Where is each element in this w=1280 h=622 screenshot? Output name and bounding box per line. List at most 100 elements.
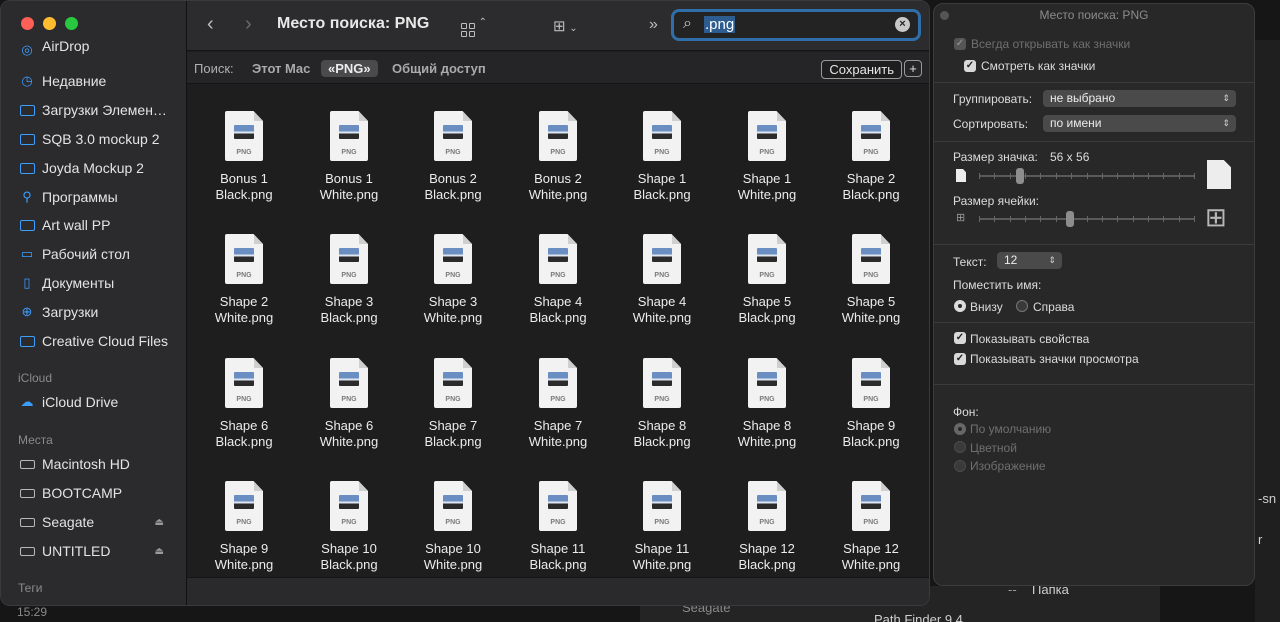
- file-item[interactable]: PNG Shape 5 White.png: [816, 234, 926, 326]
- group-by-popup[interactable]: не выбрано ⇕: [1043, 90, 1236, 107]
- sidebar-item-airdrop[interactable]: ◎ AirDrop: [19, 41, 184, 59]
- back-button[interactable]: ‹: [207, 13, 214, 36]
- zoom-button[interactable]: [65, 17, 78, 30]
- sort-by-popup[interactable]: по имени ⇕: [1043, 115, 1236, 132]
- search-scope-bar: Поиск: Этот Mac «PNG» Общий доступ Сохра…: [187, 52, 929, 84]
- bg-image-label: Изображение: [970, 459, 1046, 473]
- search-field[interactable]: ⌕ .png ×: [671, 9, 921, 41]
- save-search-button[interactable]: Сохранить: [821, 60, 902, 79]
- icon-size-slider[interactable]: [979, 168, 1195, 184]
- scope-shared[interactable]: Общий доступ: [392, 61, 486, 76]
- window-controls: [21, 17, 78, 30]
- bg-color-radio[interactable]: [954, 441, 966, 453]
- sidebar-item-sqb[interactable]: SQB 3.0 mockup 2: [19, 128, 184, 150]
- sidebar-item-recents[interactable]: ◷ Недавние: [19, 70, 184, 92]
- file-item[interactable]: PNG Bonus 2 Black.png: [398, 111, 508, 203]
- sidebar-item-art-wall[interactable]: Art wall PP: [19, 214, 184, 236]
- label-bottom-radio[interactable]: [954, 300, 966, 312]
- slider-knob[interactable]: [1016, 168, 1024, 184]
- file-item[interactable]: PNG Shape 11 White.png: [607, 481, 717, 573]
- clear-search-icon[interactable]: ×: [895, 17, 910, 32]
- file-item[interactable]: PNG Shape 11 Black.png: [503, 481, 613, 573]
- text-size-popup[interactable]: 12 ⇕: [997, 252, 1062, 269]
- scope-this-mac[interactable]: Этот Mac: [252, 61, 310, 76]
- sidebar-item-downloads-elements[interactable]: Загрузки Элемен…: [19, 99, 184, 121]
- file-item[interactable]: PNG Shape 5 Black.png: [712, 234, 822, 326]
- search-input[interactable]: .png: [704, 16, 736, 33]
- eject-icon[interactable]: ⏏: [155, 517, 164, 528]
- desktop-icon: ▭: [20, 246, 34, 261]
- file-item[interactable]: PNG Shape 4 Black.png: [503, 234, 613, 326]
- file-item[interactable]: PNG Shape 9 White.png: [189, 481, 299, 573]
- sidebar-item-creative-cloud[interactable]: Creative Cloud Files: [19, 330, 184, 352]
- sidebar-item-bootcamp[interactable]: BOOTCAMP: [19, 482, 184, 504]
- file-name: Shape 7 Black.png: [398, 418, 508, 450]
- group-button[interactable]: ⊞ ⌄: [553, 17, 578, 35]
- slider-knob[interactable]: [1066, 211, 1074, 227]
- forward-button[interactable]: ›: [245, 13, 252, 36]
- file-ext-label: PNG: [759, 149, 775, 156]
- file-item[interactable]: PNG Shape 3 White.png: [398, 234, 508, 326]
- file-item[interactable]: PNG Shape 4 White.png: [607, 234, 717, 326]
- file-name-line: White.png: [528, 187, 588, 202]
- file-item[interactable]: PNG Shape 2 Black.png: [816, 111, 926, 203]
- file-item[interactable]: PNG Shape 1 Black.png: [607, 111, 717, 203]
- sidebar-item-downloads[interactable]: ⊕ Загрузки: [19, 301, 184, 323]
- file-item[interactable]: PNG Shape 12 White.png: [816, 481, 926, 573]
- file-item[interactable]: PNG Bonus 1 White.png: [294, 111, 404, 203]
- eject-icon[interactable]: ⏏: [155, 546, 164, 557]
- file-item[interactable]: PNG Shape 7 White.png: [503, 358, 613, 450]
- file-name-line: White.png: [319, 434, 379, 449]
- sidebar-item-desktop[interactable]: ▭ Рабочий стол: [19, 243, 184, 265]
- sidebar-item-applications[interactable]: ⚲ Программы: [19, 186, 184, 208]
- separator: [934, 322, 1254, 323]
- file-item[interactable]: PNG Bonus 1 Black.png: [189, 111, 299, 203]
- file-item[interactable]: PNG Shape 8 Black.png: [607, 358, 717, 450]
- bg-image-radio[interactable]: [954, 460, 966, 472]
- icon-view-button[interactable]: ⌃: [461, 17, 487, 37]
- slider-tick: [1056, 173, 1057, 179]
- file-name-line: Shape 3: [428, 294, 478, 309]
- bg-default-radio[interactable]: [954, 423, 966, 435]
- scope-png-folder[interactable]: «PNG»: [321, 60, 378, 77]
- file-item[interactable]: PNG Shape 6 Black.png: [189, 358, 299, 450]
- file-item[interactable]: PNG Shape 8 White.png: [712, 358, 822, 450]
- file-item[interactable]: PNG Shape 1 White.png: [712, 111, 822, 203]
- updown-chevron-icon: ⇕: [1048, 255, 1056, 265]
- file-name: Bonus 2 Black.png: [398, 171, 508, 203]
- cell-size-slider[interactable]: [979, 211, 1195, 227]
- view-as-icons-checkbox[interactable]: ✓: [964, 60, 976, 72]
- sidebar-item-joyda[interactable]: Joyda Mockup 2: [19, 157, 184, 179]
- file-item[interactable]: PNG Shape 3 Black.png: [294, 234, 404, 326]
- minimize-button[interactable]: [43, 17, 56, 30]
- file-name-line: White.png: [423, 310, 483, 325]
- file-item[interactable]: PNG Shape 10 White.png: [398, 481, 508, 573]
- file-item[interactable]: PNG Shape 9 Black.png: [816, 358, 926, 450]
- status-bar: [187, 577, 929, 605]
- file-item[interactable]: PNG Shape 6 White.png: [294, 358, 404, 450]
- file-item[interactable]: PNG Shape 7 Black.png: [398, 358, 508, 450]
- more-toolbar-icon[interactable]: »: [649, 16, 658, 34]
- sidebar-item-icloud-drive[interactable]: ☁ iCloud Drive: [19, 391, 184, 413]
- png-file-icon: PNG: [225, 358, 263, 408]
- png-file-icon: PNG: [643, 358, 681, 408]
- file-item[interactable]: PNG Shape 2 White.png: [189, 234, 299, 326]
- close-button[interactable]: [21, 17, 34, 30]
- add-criteria-button[interactable]: +: [904, 60, 922, 77]
- sidebar-item-documents[interactable]: ▯ Документы: [19, 272, 184, 294]
- file-item[interactable]: PNG Shape 12 Black.png: [712, 481, 822, 573]
- file-name-line: Shape 11: [634, 541, 690, 556]
- file-name-line: Shape 4: [533, 294, 583, 309]
- label-right-radio[interactable]: [1016, 300, 1028, 312]
- folder-icon: [19, 333, 35, 349]
- file-name-line: Shape 1: [742, 171, 792, 186]
- always-open-icons-checkbox[interactable]: ✓: [954, 38, 966, 50]
- file-item[interactable]: PNG Shape 10 Black.png: [294, 481, 404, 573]
- slider-tick: [1056, 216, 1057, 222]
- png-file-icon: PNG: [225, 234, 263, 284]
- file-item[interactable]: PNG Bonus 2 White.png: [503, 111, 613, 203]
- show-properties-checkbox[interactable]: ✓: [954, 332, 966, 344]
- finder-window: ◎ AirDrop ◷ Недавние Загрузки Элемен… SQ…: [0, 0, 930, 606]
- show-preview-checkbox[interactable]: ✓: [954, 353, 966, 365]
- sidebar-item-macintosh-hd[interactable]: Macintosh HD: [19, 453, 184, 475]
